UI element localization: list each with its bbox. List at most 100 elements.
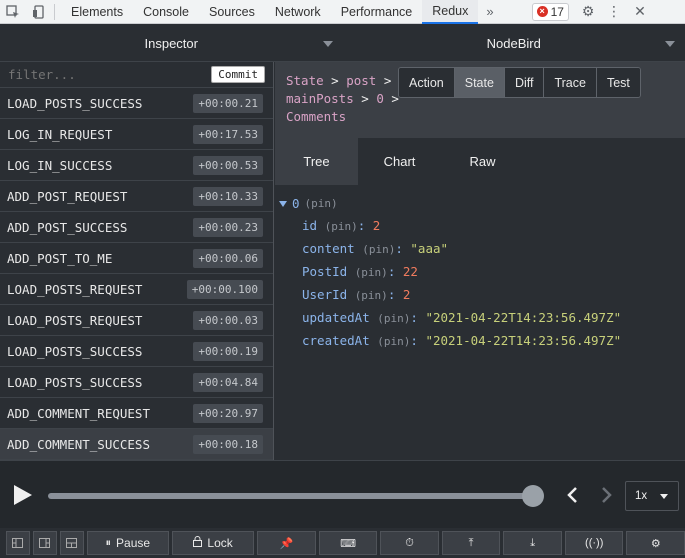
action-item[interactable]: LOG_IN_REQUEST +00:17.53 (0, 119, 273, 150)
next-action-icon[interactable] (595, 483, 619, 507)
chevron-down-icon (322, 41, 333, 47)
action-item[interactable]: LOAD_POSTS_SUCCESS +00:04.84 (0, 367, 273, 398)
lock-icon (193, 536, 203, 550)
filter-input[interactable] (8, 67, 158, 82)
pin-link[interactable]: (pin) (377, 335, 410, 348)
pin-link[interactable]: (pin) (325, 220, 358, 233)
pin-link[interactable]: (pin) (377, 312, 410, 325)
tree-row: content (pin): "aaa" (279, 238, 685, 261)
breadcrumb-item[interactable]: Comments (286, 109, 346, 124)
export-button[interactable]: ⤒ (441, 531, 501, 555)
speed-select[interactable]: 1x (625, 481, 679, 511)
action-list-panel: Commit LOAD_POSTS_SUCCESS +00:00.21 LOG_IN… (0, 62, 274, 460)
action-item[interactable]: LOAD_POSTS_REQUEST +00:00.03 (0, 305, 273, 336)
previous-action-icon[interactable] (560, 483, 584, 507)
devtools-tab-elements[interactable]: Elements (61, 0, 133, 24)
pause-icon: ⏸ (105, 536, 112, 549)
devtools-tab-network[interactable]: Network (265, 0, 331, 24)
expand-triangle-icon[interactable] (279, 201, 287, 207)
action-item[interactable]: LOAD_POSTS_SUCCESS +00:00.21 (0, 88, 273, 119)
layout-bottom-icon[interactable] (59, 531, 84, 555)
action-name: LOG_IN_SUCCESS (7, 157, 113, 173)
action-item[interactable]: ADD_COMMENT_REQUEST +00:20.97 (0, 398, 273, 429)
devtools-tab-redux[interactable]: Redux (422, 0, 479, 24)
chevron-down-icon (660, 494, 668, 499)
tab-diff[interactable]: Diff (504, 68, 545, 97)
pin-link[interactable]: (pin) (305, 193, 338, 215)
import-button[interactable]: ⤓ (503, 531, 562, 555)
action-item[interactable]: LOAD_POSTS_REQUEST +00:00.100 (0, 274, 273, 305)
action-item[interactable]: ADD_POST_SUCCESS +00:00.23 (0, 212, 273, 243)
tree-key: updatedAt (302, 310, 370, 325)
breadcrumb-item[interactable]: mainPosts (286, 91, 354, 106)
monitor-selector[interactable]: Inspector (0, 25, 343, 61)
devtools-tab-sources[interactable]: Sources (199, 0, 265, 24)
tree-colon: : (395, 241, 403, 256)
tree-value: "aaa" (410, 241, 449, 256)
state-tree: 0 (pin) id (pin): 2 content (pin): "aaa" P… (275, 185, 685, 353)
pin-link[interactable]: (pin) (355, 289, 388, 302)
tree-value: "2021-04-22T14:23:56.497Z" (425, 310, 622, 325)
error-icon: × (536, 6, 548, 17)
instance-title: NodeBird (486, 35, 541, 51)
action-name: ADD_COMMENT_REQUEST (7, 405, 150, 421)
breadcrumb-item[interactable]: State (286, 73, 324, 88)
devtools-tab-performance[interactable]: Performance (331, 0, 423, 24)
action-item[interactable]: ADD_COMMENT_SUCCESS +00:00.18 (0, 429, 273, 460)
close-icon[interactable]: ✕ (627, 0, 653, 24)
speed-value: 1x (635, 490, 648, 502)
device-toggle-icon[interactable] (26, 0, 52, 24)
subtab-raw[interactable]: Raw (441, 138, 524, 185)
subtab-chart[interactable]: Chart (358, 138, 441, 185)
dispatcher-button[interactable]: ⌨ (318, 531, 378, 555)
monitor-title: Inspector (144, 35, 198, 51)
error-badge[interactable]: × 17 (531, 2, 569, 21)
layout-left-icon[interactable] (6, 531, 30, 555)
layout-right-icon[interactable] (32, 531, 57, 555)
lock-label: Lock (207, 536, 233, 550)
tree-key: content (302, 241, 355, 256)
action-item[interactable]: ADD_POST_REQUEST +00:10.33 (0, 181, 273, 212)
pin-link[interactable]: (pin) (362, 243, 395, 256)
pin-link[interactable]: (pin) (355, 266, 388, 279)
commit-button[interactable]: Commit (211, 66, 265, 83)
breadcrumb-item[interactable]: post (346, 73, 376, 88)
toolbar-divider (54, 3, 55, 20)
settings-button[interactable]: ⚙ (626, 531, 685, 555)
tab-test[interactable]: Test (596, 68, 640, 97)
breadcrumb-separator: > (383, 73, 392, 88)
tree-colon: : (387, 264, 396, 279)
chevron-down-icon (665, 41, 675, 47)
breadcrumb-separator: > (331, 73, 339, 88)
kebab-menu-icon[interactable]: ⋮ (601, 0, 627, 24)
action-timestamp: +00:00.53 (193, 155, 263, 175)
inspect-element-icon[interactable] (0, 0, 26, 24)
more-tabs-button[interactable]: » (478, 4, 501, 19)
devtools-tab-console[interactable]: Console (133, 0, 199, 24)
action-name: LOAD_POSTS_REQUEST (7, 281, 143, 297)
tab-action[interactable]: Action (399, 68, 455, 97)
settings-gear-icon[interactable]: ⚙ (575, 0, 601, 24)
subtab-tree[interactable]: Tree (275, 138, 358, 185)
slider-toggle-button[interactable]: ⏱ (380, 531, 439, 555)
play-icon[interactable] (14, 485, 32, 505)
tab-state[interactable]: State (454, 68, 505, 97)
pause-button[interactable]: ⏸ Pause (86, 531, 169, 555)
action-item[interactable]: LOG_IN_SUCCESS +00:00.53 (0, 150, 273, 181)
tree-row: id (pin): 2 (279, 215, 685, 238)
breadcrumb-item[interactable]: 0 (376, 91, 384, 106)
tab-trace[interactable]: Trace (544, 68, 597, 97)
action-timestamp: +00:20.97 (193, 403, 263, 423)
timer-off-icon: ⏱ (405, 536, 414, 549)
timeline-slider[interactable] (48, 493, 533, 499)
lock-button[interactable]: Lock (171, 531, 255, 555)
slider-handle[interactable] (522, 485, 544, 507)
persist-button[interactable]: 📌 (257, 531, 316, 555)
breadcrumb: State > post > mainPosts > 0 > Comments (286, 72, 401, 126)
tree-colon: : (357, 218, 366, 233)
remote-button[interactable]: ((·)) (564, 531, 624, 555)
action-item[interactable]: ADD_POST_TO_ME +00:00.06 (0, 243, 273, 274)
tree-root-row[interactable]: 0 (pin) (279, 193, 685, 215)
instance-selector[interactable]: NodeBird (343, 25, 685, 61)
action-item[interactable]: LOAD_POSTS_SUCCESS +00:00.19 (0, 336, 273, 367)
